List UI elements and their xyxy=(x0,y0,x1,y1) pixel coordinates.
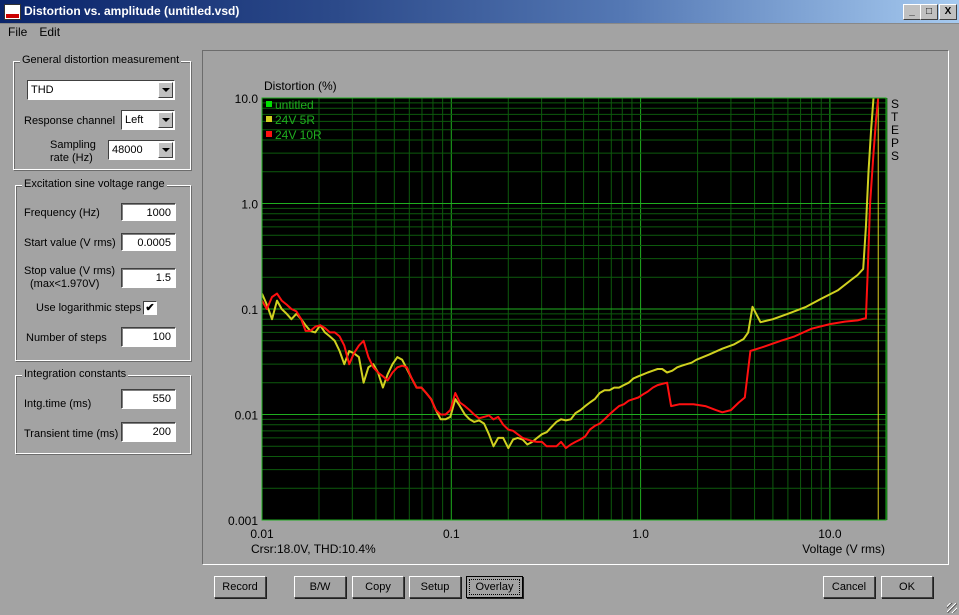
y-tick-label: 0.01 xyxy=(235,409,259,423)
legend-swatch xyxy=(266,131,272,137)
x-tick-label: 10.0 xyxy=(818,527,842,541)
legend-swatch xyxy=(266,116,272,122)
cursor-readout: Crsr:18.0V, THD:10.4% xyxy=(251,542,376,556)
steps-letter: S xyxy=(891,97,899,111)
record-button[interactable]: Record xyxy=(214,576,266,598)
ok-button[interactable]: OK xyxy=(881,576,933,598)
distortion-chart[interactable]: Distortion (%) untitled24V 5R24V 10R 10.… xyxy=(0,0,959,615)
setup-button[interactable]: Setup xyxy=(409,576,461,598)
overlay-button[interactable]: Overlay xyxy=(466,576,523,598)
y-tick-label: 1.0 xyxy=(241,198,258,212)
copy-button[interactable]: Copy xyxy=(352,576,404,598)
y-tick-label: 10.0 xyxy=(235,92,259,106)
legend-label: 24V 10R xyxy=(275,128,322,142)
legend-label: 24V 5R xyxy=(275,113,315,127)
bw-button[interactable]: B/W xyxy=(294,576,346,598)
x-tick-label: 0.01 xyxy=(250,527,274,541)
x-tick-label: 1.0 xyxy=(632,527,649,541)
y-tick-label: 0.1 xyxy=(241,303,258,317)
steps-letter: T xyxy=(891,110,899,124)
x-tick-label: 0.1 xyxy=(443,527,460,541)
steps-letter: S xyxy=(891,149,899,163)
steps-letter: E xyxy=(891,123,899,137)
legend-swatch xyxy=(266,101,272,107)
cancel-button[interactable]: Cancel xyxy=(823,576,875,598)
y-tick-label: 0.001 xyxy=(228,514,258,528)
chart-title: Distortion (%) xyxy=(264,79,337,93)
steps-letter: P xyxy=(891,136,899,150)
x-axis-label: Voltage (V rms) xyxy=(802,542,885,556)
legend-label: untitled xyxy=(275,98,314,112)
resize-grip-icon[interactable] xyxy=(947,603,957,613)
